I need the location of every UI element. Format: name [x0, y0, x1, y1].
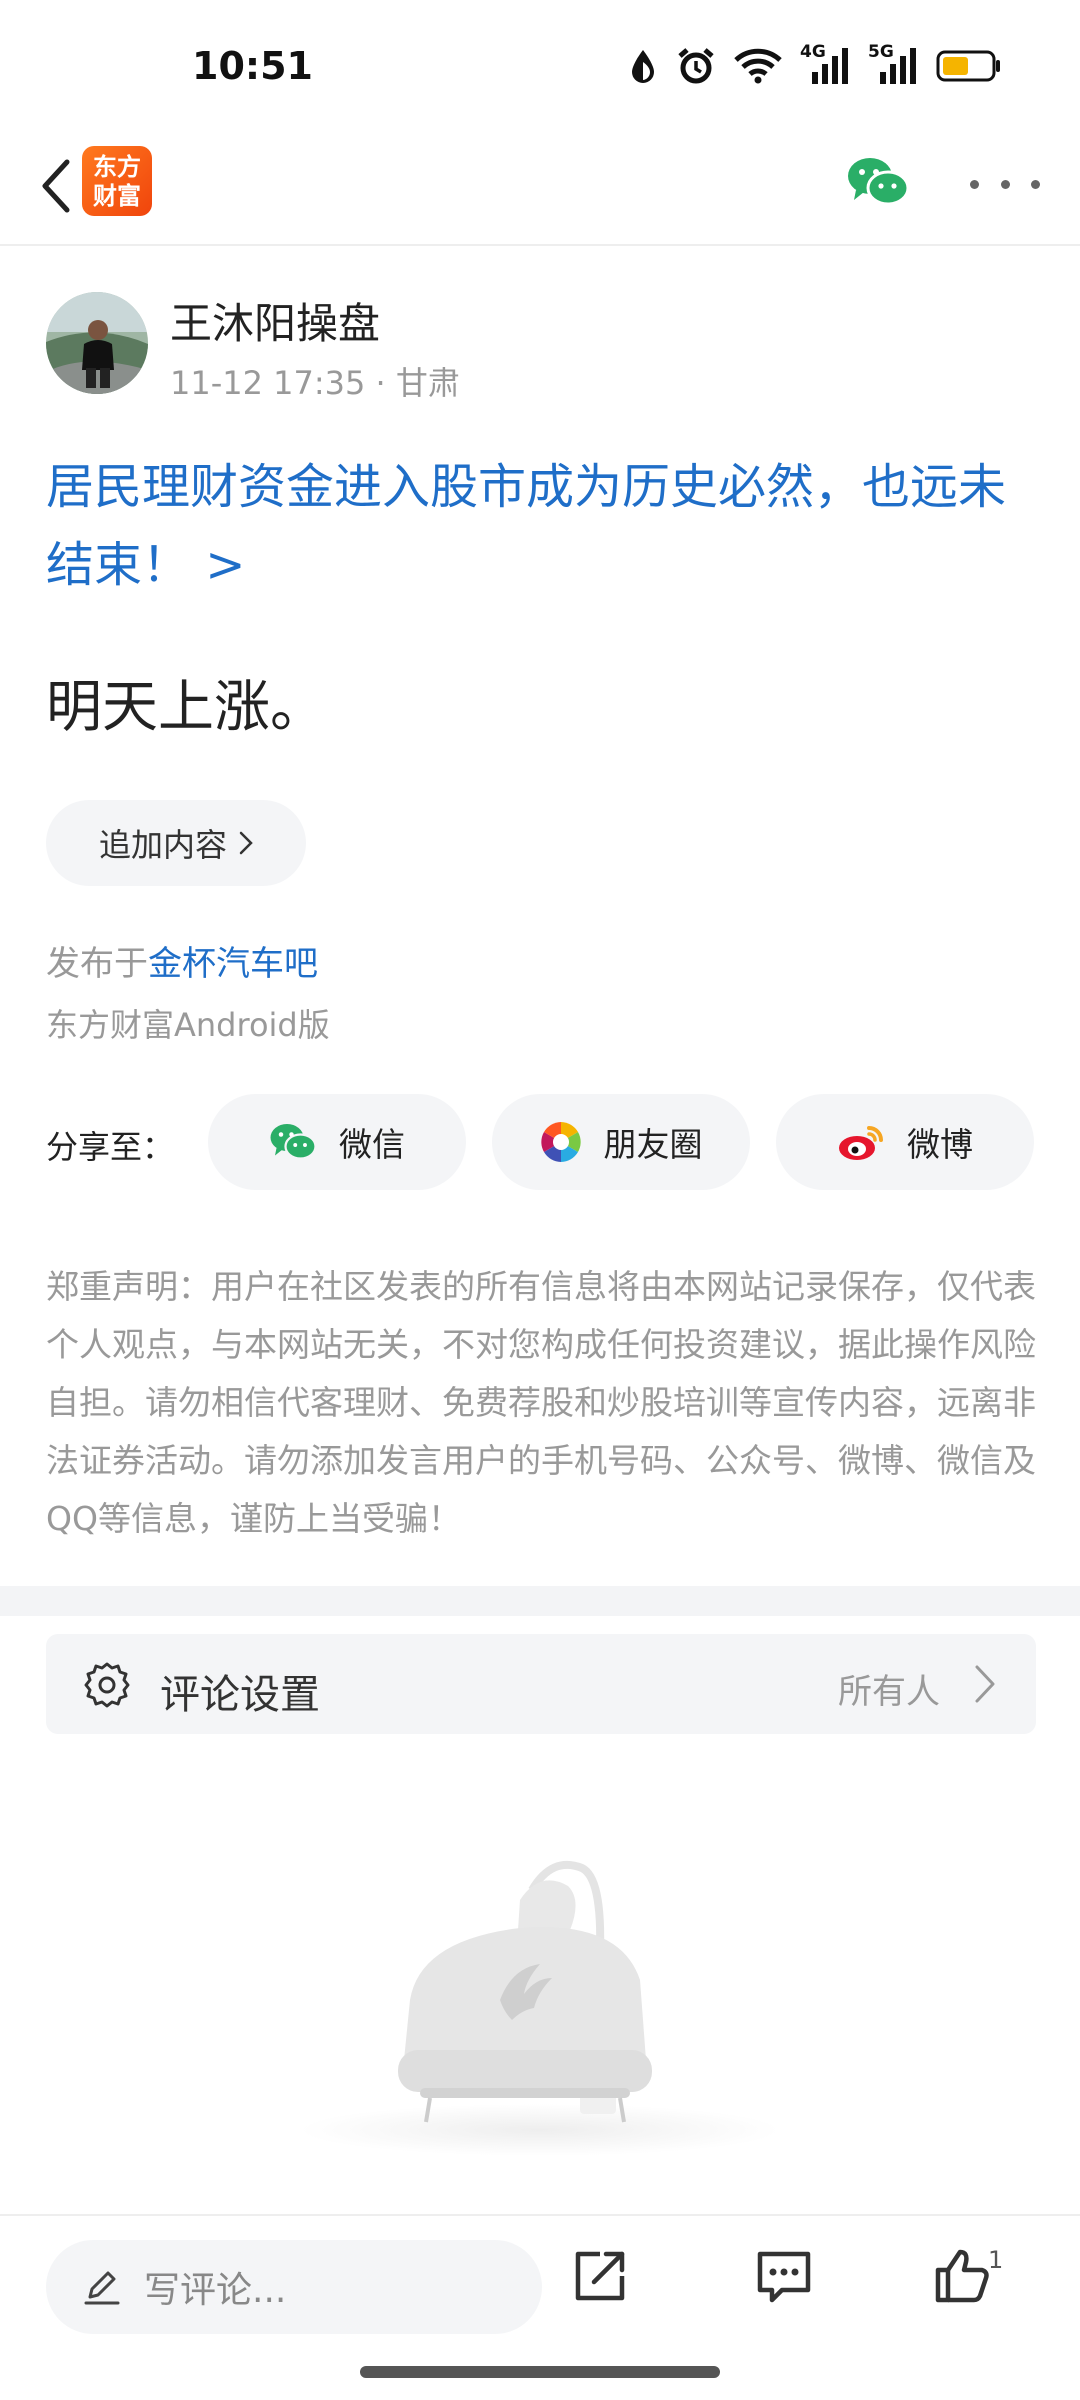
empty-comments-illustration [300, 1860, 780, 2156]
wechat-icon [848, 158, 910, 206]
share-moments-label: 朋友圈 [603, 1125, 703, 1164]
share-weibo-label: 微博 [907, 1125, 973, 1164]
battery-icon [936, 50, 1000, 82]
stock-bar-link[interactable]: 金杯汽车吧 [148, 944, 318, 984]
like-count: 1 [988, 2246, 1004, 2274]
client-version: 东方财富Android版 [46, 1006, 330, 1044]
status-bar: 10:51 4G 5G [0, 0, 1080, 130]
post-title-link[interactable]: 居民理财资金进入股市成为历史必然，也远未结束！ > [46, 448, 1036, 604]
status-icons: 4G 5G [628, 42, 1002, 88]
published-prefix: 发布于 [46, 944, 148, 984]
post-location: · 甘肃 [375, 364, 460, 402]
eastmoney-logo[interactable]: 东方 财富 [82, 146, 152, 216]
data-saver-icon [632, 50, 654, 83]
share-label: 分享至： [46, 1128, 175, 1166]
share-icon[interactable] [570, 2246, 630, 2306]
wechat-share-button[interactable] [846, 154, 910, 210]
share-moments-button[interactable]: 朋友圈 [492, 1094, 750, 1190]
post-body: 明天上涨。 [46, 675, 326, 740]
logo-text-line1: 东方 [93, 153, 141, 181]
share-wechat-label: 微信 [339, 1125, 405, 1164]
moments-icon [540, 1122, 581, 1162]
published-in: 发布于金杯汽车吧 [46, 936, 318, 985]
comment-settings-value: 所有人 [838, 1672, 940, 1712]
append-content-button[interactable]: 追加内容 [46, 800, 306, 886]
dot-icon [970, 179, 979, 189]
nav-bar: 东方 财富 [0, 130, 1080, 246]
author-avatar[interactable] [46, 292, 148, 394]
like-icon[interactable] [932, 2246, 992, 2306]
author-name[interactable]: 王沐阳操盘 [170, 290, 380, 351]
post-meta: 11-12 17:35 · 甘肃 [170, 358, 460, 404]
comment-settings-label: 评论设置 [160, 1672, 320, 1718]
dot-icon [1031, 179, 1040, 189]
logo-text-line2: 财富 [93, 182, 141, 210]
comment-input[interactable]: 写评论... [46, 2240, 542, 2334]
chevron-right-icon [239, 831, 253, 855]
share-wechat-button[interactable]: 微信 [208, 1094, 466, 1190]
disclaimer-text: 郑重声明：用户在社区发表的所有信息将由本网站记录保存，仅代表个人观点，与本网站无… [46, 1267, 1036, 1538]
comment-settings-row[interactable]: 评论设置 所有人 [46, 1634, 1036, 1734]
chevron-right-icon [975, 1665, 995, 1703]
more-options-button[interactable] [970, 166, 1040, 202]
wifi-icon [734, 48, 782, 84]
gear-icon [84, 1662, 130, 1708]
home-indicator[interactable] [360, 2366, 720, 2378]
status-time: 10:51 [192, 44, 313, 88]
comment-icon[interactable] [754, 2246, 814, 2306]
append-content-label: 追加内容 [98, 826, 227, 864]
pencil-icon [84, 2271, 120, 2305]
bottom-action-bar: 写评论... 1 [0, 2214, 1080, 2400]
signal-4g-icon: 4G [800, 42, 850, 86]
alarm-icon [678, 48, 714, 84]
section-divider [0, 1586, 1080, 1616]
weibo-icon [839, 1126, 883, 1160]
chevron-left-icon [42, 159, 70, 213]
post-timestamp: 11-12 17:35 [170, 364, 366, 402]
share-weibo-button[interactable]: 微博 [776, 1094, 1034, 1190]
dot-icon [1000, 179, 1010, 189]
signal-5g-icon: 5G [868, 42, 918, 86]
back-button[interactable] [20, 150, 90, 222]
comment-placeholder: 写评论... [144, 2270, 287, 2311]
wechat-icon [270, 1124, 317, 1160]
